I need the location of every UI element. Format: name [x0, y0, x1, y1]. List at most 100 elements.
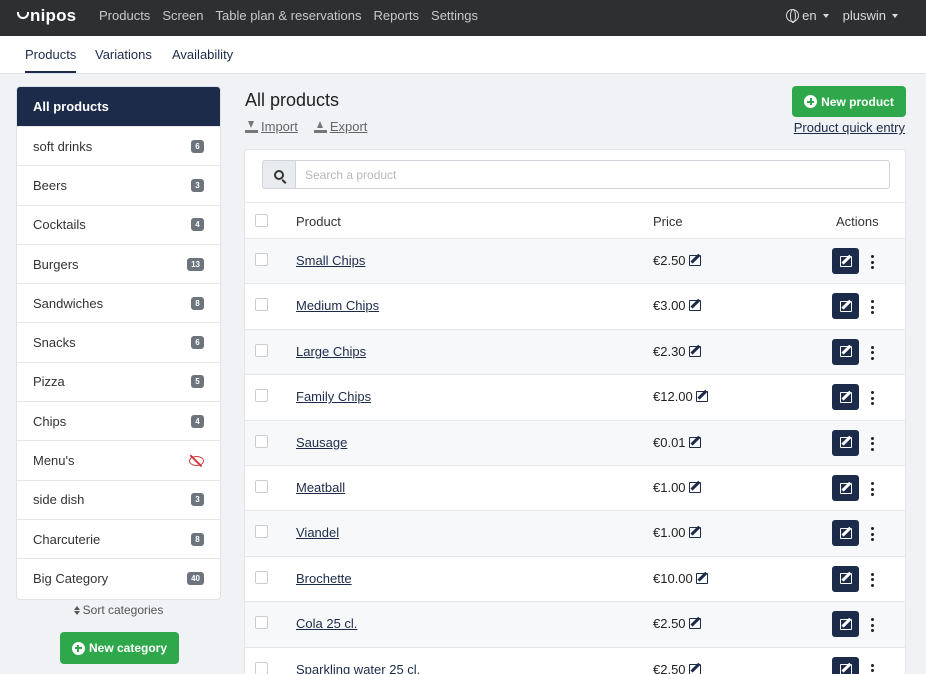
- more-actions-icon[interactable]: [868, 300, 876, 315]
- row-checkbox[interactable]: [255, 389, 268, 403]
- sub-nav: Products Variations Availability: [0, 36, 926, 74]
- edit-price-icon[interactable]: [688, 436, 701, 448]
- nav-table-plan[interactable]: Table plan & reservations: [216, 8, 362, 23]
- edit-product-button[interactable]: [832, 293, 859, 320]
- user-name: pluswin: [842, 8, 886, 23]
- sort-categories-link[interactable]: Sort categories: [16, 603, 221, 617]
- row-checkbox[interactable]: [255, 616, 268, 630]
- edit-product-button[interactable]: [832, 248, 859, 274]
- search-input[interactable]: [295, 160, 890, 189]
- edit-price-icon[interactable]: [688, 255, 701, 266]
- price-value: €0.01: [653, 434, 686, 450]
- language-dropdown[interactable]: en: [786, 8, 829, 23]
- category-snacks[interactable]: Snacks 6: [17, 323, 220, 363]
- category-menus[interactable]: Menu's: [17, 441, 220, 481]
- select-all-checkbox[interactable]: [255, 214, 268, 227]
- table-row: Large Chips €2.30: [245, 329, 905, 376]
- edit-product-button[interactable]: [832, 611, 859, 638]
- row-checkbox[interactable]: [255, 480, 268, 493]
- edit-price-icon[interactable]: [688, 482, 701, 493]
- export-link[interactable]: Export: [313, 119, 367, 134]
- product-quick-entry-link[interactable]: Product quick entry: [794, 120, 905, 135]
- price-value: €2.50: [653, 661, 686, 674]
- edit-price-icon[interactable]: [695, 391, 708, 403]
- row-checkbox[interactable]: [255, 570, 268, 584]
- category-all-products[interactable]: All products: [17, 87, 220, 127]
- edit-price-icon[interactable]: [688, 300, 701, 312]
- nav-settings[interactable]: Settings: [431, 8, 478, 23]
- new-category-button[interactable]: New category: [60, 632, 179, 664]
- tab-products[interactable]: Products: [25, 47, 77, 73]
- product-name-link[interactable]: Brochette: [296, 571, 352, 586]
- row-checkbox[interactable]: [255, 253, 268, 266]
- edit-price-icon[interactable]: [688, 345, 701, 357]
- edit-product-button[interactable]: [832, 475, 859, 501]
- count-badge: 3: [191, 178, 204, 192]
- category-chips[interactable]: Chips 4: [17, 402, 220, 442]
- search-button[interactable]: [262, 160, 295, 189]
- product-name-link[interactable]: Sparkling water 25 cl.: [296, 662, 420, 674]
- category-pizza[interactable]: Pizza 5: [17, 363, 220, 403]
- column-product: Product: [296, 214, 341, 229]
- edit-product-button[interactable]: [832, 429, 859, 456]
- more-actions-icon[interactable]: [868, 527, 876, 542]
- row-checkbox[interactable]: [255, 343, 268, 357]
- import-link[interactable]: Import: [245, 119, 298, 134]
- more-actions-icon[interactable]: [868, 436, 876, 451]
- nav-screen[interactable]: Screen: [162, 8, 203, 23]
- more-actions-icon[interactable]: [868, 572, 876, 587]
- product-name-link[interactable]: Cola 25 cl.: [296, 616, 357, 631]
- price-value: €12.00: [653, 389, 693, 405]
- row-checkbox[interactable]: [255, 525, 268, 539]
- row-checkbox[interactable]: [255, 661, 268, 674]
- edit-price-icon[interactable]: [688, 618, 701, 630]
- table-row: Small Chips €2.50: [245, 239, 905, 285]
- more-actions-icon[interactable]: [868, 663, 876, 674]
- category-sandwiches[interactable]: Sandwiches 8: [17, 284, 220, 324]
- more-actions-icon[interactable]: [868, 482, 876, 496]
- tab-variations[interactable]: Variations: [95, 47, 152, 62]
- category-label: soft drinks: [33, 138, 93, 154]
- edit-price-icon[interactable]: [695, 572, 708, 584]
- table-row: Cola 25 cl. €2.50: [245, 602, 905, 648]
- more-actions-icon[interactable]: [868, 618, 876, 633]
- category-soft-drinks[interactable]: soft drinks 6: [17, 127, 220, 167]
- category-label: Burgers: [33, 256, 79, 272]
- category-cocktails[interactable]: Cocktails 4: [17, 206, 220, 245]
- edit-product-button[interactable]: [832, 656, 859, 674]
- more-actions-icon[interactable]: [868, 391, 876, 406]
- new-product-button[interactable]: New product: [792, 86, 906, 117]
- more-actions-icon[interactable]: [868, 255, 876, 269]
- row-checkbox[interactable]: [255, 434, 268, 448]
- edit-product-button[interactable]: [832, 565, 859, 592]
- brand-logo[interactable]: nipos: [17, 6, 76, 26]
- edit-product-button[interactable]: [832, 384, 859, 411]
- product-name-link[interactable]: Viandel: [296, 525, 339, 540]
- category-beers[interactable]: Beers 3: [17, 166, 220, 206]
- product-name-link[interactable]: Sausage: [296, 435, 347, 450]
- category-side-dish[interactable]: side dish 3: [17, 481, 220, 520]
- edit-product-button[interactable]: [832, 338, 859, 365]
- category-charcuterie[interactable]: Charcuterie 8: [17, 520, 220, 560]
- product-name-link[interactable]: Small Chips: [296, 253, 365, 268]
- product-name-link[interactable]: Large Chips: [296, 344, 366, 359]
- row-checkbox[interactable]: [255, 298, 268, 312]
- category-big-category[interactable]: Big Category 40: [17, 559, 220, 598]
- edit-price-icon[interactable]: [688, 663, 701, 674]
- product-name-link[interactable]: Family Chips: [296, 389, 371, 404]
- product-name-link[interactable]: Meatball: [296, 480, 345, 495]
- import-label: Import: [261, 119, 298, 134]
- nav-products[interactable]: Products: [99, 8, 150, 23]
- user-dropdown[interactable]: pluswin: [843, 8, 898, 23]
- more-actions-icon[interactable]: [868, 345, 876, 360]
- table-row: Sparkling water 25 cl. €2.50: [245, 648, 905, 674]
- category-label: Chips: [33, 413, 67, 429]
- tab-availability[interactable]: Availability: [172, 47, 233, 62]
- table-row: Family Chips €12.00: [245, 375, 905, 421]
- product-name-link[interactable]: Medium Chips: [296, 298, 379, 313]
- edit-product-button[interactable]: [832, 520, 859, 547]
- edit-icon: [839, 482, 852, 494]
- nav-reports[interactable]: Reports: [374, 8, 420, 23]
- category-burgers[interactable]: Burgers 13: [17, 245, 220, 285]
- edit-price-icon[interactable]: [688, 527, 701, 539]
